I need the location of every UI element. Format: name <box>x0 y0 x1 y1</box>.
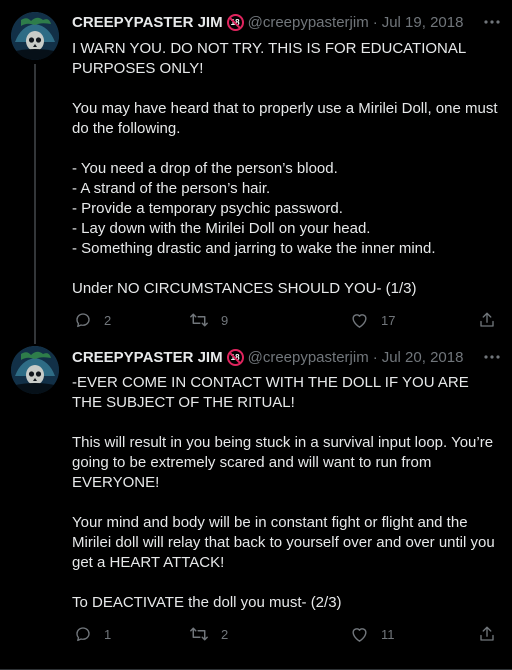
separator-dot: · <box>372 13 378 31</box>
tweet-actions: 1 2 11 <box>72 625 502 647</box>
share-button[interactable] <box>478 311 496 329</box>
tweet-date[interactable]: Jul 20, 2018 <box>382 349 464 366</box>
tweet-line: - You need a drop of the person’s blood. <box>72 160 338 177</box>
retweet-icon <box>190 313 208 327</box>
retweet-icon <box>190 627 208 641</box>
like-button[interactable]: 11 <box>350 625 395 643</box>
retweet-count: 9 <box>221 312 229 328</box>
like-count: 17 <box>381 312 396 328</box>
share-icon <box>480 312 494 327</box>
heart-icon <box>352 314 367 328</box>
user-handle[interactable]: @creepypasterjim <box>248 14 369 31</box>
tweet-text: -EVER COME IN CONTACT WITH THE DOLL IF Y… <box>72 373 500 613</box>
reply-icon <box>76 627 90 642</box>
tweet-line: To DEACTIVATE the doll you must- (2/3) <box>72 594 342 611</box>
tweet-text: I WARN YOU. DO NOT TRY. THIS IS FOR EDUC… <box>72 39 500 299</box>
retweet-count: 2 <box>221 626 229 642</box>
tweet-line: Your mind and body will be in constant f… <box>72 514 499 571</box>
tweet-line: -EVER COME IN CONTACT WITH THE DOLL IF Y… <box>72 374 473 411</box>
like-count: 11 <box>381 626 395 642</box>
tweet-1[interactable]: CREEPYPASTER JIM 18 @creepypasterjim · J… <box>0 0 512 344</box>
badge-text: 18 <box>230 352 240 362</box>
tweet-line: - Something drastic and jarring to wake … <box>72 240 436 257</box>
heart-icon <box>352 628 367 642</box>
display-name[interactable]: CREEPYPASTER JIM <box>72 14 223 31</box>
tweet-line <box>72 573 500 593</box>
reply-count: 2 <box>104 312 112 328</box>
tweet-date[interactable]: Jul 19, 2018 <box>382 14 464 31</box>
skull-avatar-icon <box>11 12 59 60</box>
tweet-line: - Provide a temporary psychic password. <box>72 200 343 217</box>
avatar[interactable] <box>11 12 59 60</box>
tweet-line <box>72 139 500 159</box>
tweet-header: CREEPYPASTER JIM 18 @creepypasterjim · J… <box>72 12 504 32</box>
tweet-2[interactable]: CREEPYPASTER JIM 18 @creepypasterjim · J… <box>0 344 512 670</box>
no-under-18-icon: 18 <box>226 13 244 31</box>
tweet-header: CREEPYPASTER JIM 18 @creepypasterjim · J… <box>72 347 504 367</box>
display-name[interactable]: CREEPYPASTER JIM <box>72 349 223 366</box>
tweet-line <box>72 493 500 513</box>
tweet-line: - A strand of the person’s hair. <box>72 180 271 197</box>
tweet-actions: 2 9 17 <box>72 311 502 333</box>
reply-button[interactable]: 2 <box>74 311 111 329</box>
reply-count: 1 <box>104 626 112 642</box>
tweet-line: Under NO CIRCUMSTANCES SHOULD YOU- (1/3) <box>72 280 417 297</box>
tweet-line: - Lay down with the Mirilei Doll on your… <box>72 220 371 237</box>
no-under-18-icon: 18 <box>226 348 244 366</box>
avatar[interactable] <box>11 346 59 394</box>
like-button[interactable]: 17 <box>350 311 395 329</box>
tweet-line: This will result in you being stuck in a… <box>72 434 498 491</box>
more-dots-icon <box>484 355 500 359</box>
skull-avatar-icon <box>11 346 59 394</box>
more-options-button[interactable] <box>482 12 502 32</box>
retweet-button[interactable]: 9 <box>189 311 228 329</box>
share-icon <box>480 626 494 641</box>
thread-connector-line <box>34 64 36 344</box>
tweet-line: You may have heard that to properly use … <box>72 100 502 137</box>
tweet-line <box>72 413 500 433</box>
tweet-line <box>72 79 500 99</box>
separator-dot: · <box>372 348 378 366</box>
reply-icon <box>76 313 90 328</box>
retweet-button[interactable]: 2 <box>189 625 228 643</box>
reply-button[interactable]: 1 <box>74 625 111 643</box>
tweet-line <box>72 259 500 279</box>
badge-text: 18 <box>230 17 240 27</box>
more-options-button[interactable] <box>482 347 502 367</box>
share-button[interactable] <box>478 625 496 643</box>
tweet-line: I WARN YOU. DO NOT TRY. THIS IS FOR EDUC… <box>72 40 470 77</box>
user-handle[interactable]: @creepypasterjim <box>248 349 369 366</box>
more-dots-icon <box>484 20 500 24</box>
